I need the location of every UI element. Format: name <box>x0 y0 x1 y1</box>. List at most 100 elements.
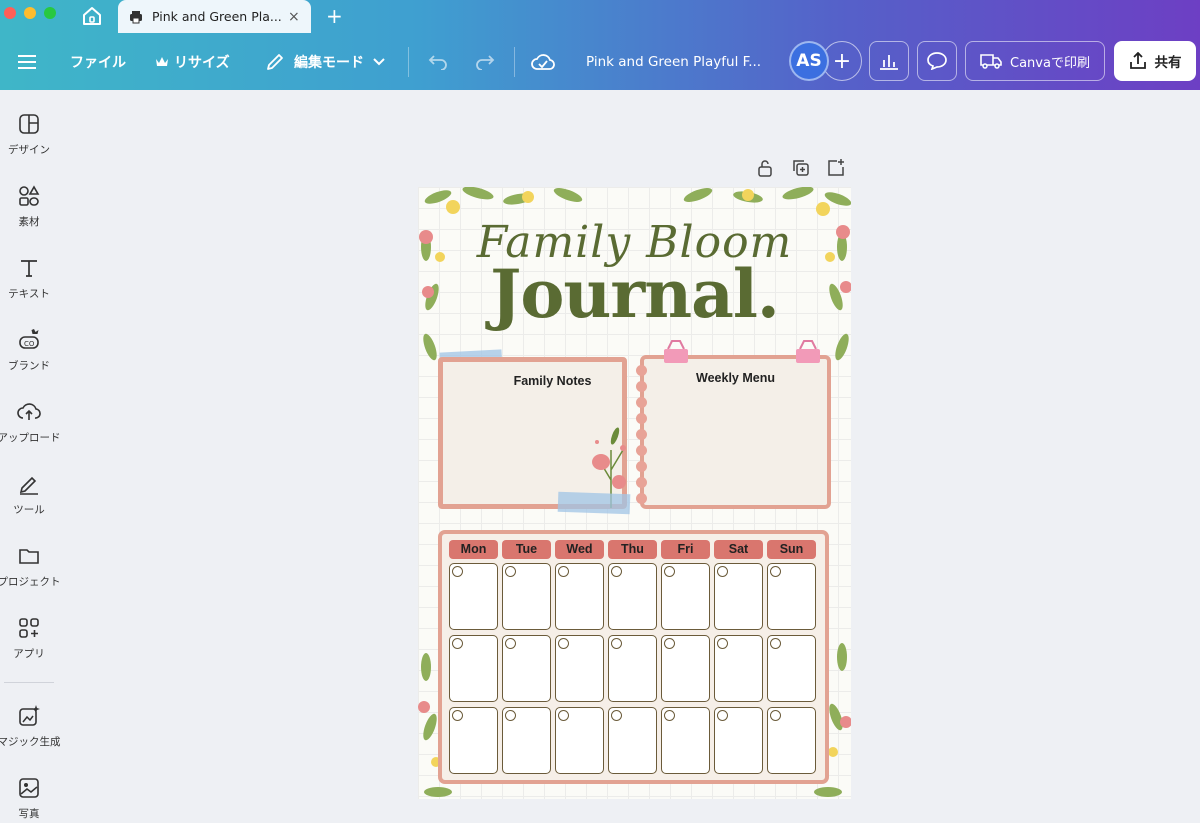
calendar-day-cell[interactable] <box>449 563 498 630</box>
canva-print-button[interactable]: Canvaで印刷 <box>965 41 1105 81</box>
sidebar-item-apps[interactable]: アプリ <box>0 616 58 661</box>
magic-icon <box>19 705 40 726</box>
sidebar-item-upload[interactable]: アップロード <box>0 400 61 445</box>
svg-text:CO: CO <box>24 340 35 348</box>
cloud-saved-icon[interactable] <box>531 33 555 90</box>
text-icon <box>21 260 37 277</box>
day-header-thu: Thu <box>608 540 657 559</box>
day-header-tue: Tue <box>502 540 551 559</box>
tab-close-icon[interactable]: × <box>288 9 300 25</box>
binder-clip-icon <box>664 340 688 363</box>
day-header-wed: Wed <box>555 540 604 559</box>
sidebar-item-text[interactable]: テキスト <box>0 256 58 301</box>
minimize-window-button[interactable] <box>24 7 36 19</box>
calendar-day-cell[interactable] <box>555 563 604 630</box>
weekly-menu-title: Weekly Menu <box>696 371 775 385</box>
brand-icon: CO <box>19 329 39 349</box>
resize-button[interactable]: リサイズ <box>155 33 230 90</box>
weekly-calendar[interactable]: Mon Tue Wed Thu Fri Sat Sun <box>438 530 829 784</box>
undo-icon[interactable] <box>428 33 448 90</box>
upload-share-icon <box>1129 52 1146 69</box>
calendar-day-cell[interactable] <box>608 707 657 774</box>
sidebar-item-brand[interactable]: CO ブランド <box>0 328 58 373</box>
crown-icon <box>156 56 168 66</box>
sidebar-item-tools[interactable]: ツール <box>0 472 58 517</box>
browser-titlebar: Pink and Green Pla... × + <box>0 0 1200 33</box>
day-header-sat: Sat <box>714 540 763 559</box>
calendar-day-cell[interactable] <box>714 707 763 774</box>
lock-icon[interactable] <box>755 158 775 178</box>
menu-icon[interactable] <box>18 33 36 90</box>
sidebar-item-magic[interactable]: マジック生成 <box>0 704 61 749</box>
file-menu-button[interactable]: ファイル <box>70 33 126 90</box>
binder-hole <box>636 477 647 488</box>
editor-toolbar: ファイル リサイズ 編集モード Pink and Green Playful F… <box>0 33 1200 90</box>
add-page-icon[interactable] <box>826 158 846 178</box>
duplicate-page-icon[interactable] <box>791 158 811 178</box>
calendar-day-cell[interactable] <box>502 635 551 702</box>
calendar-day-cell[interactable] <box>714 635 763 702</box>
maximize-window-button[interactable] <box>44 7 56 19</box>
design-page[interactable]: Family Bloom Journal. Family Notes Weekl… <box>418 187 851 799</box>
edit-mode-label: 編集モード <box>294 54 364 71</box>
tab-title: Pink and Green Pla... <box>152 9 282 24</box>
insights-button[interactable] <box>869 41 909 81</box>
sidebar-item-projects[interactable]: プロジェクト <box>0 544 61 589</box>
chevron-down-icon <box>373 57 385 65</box>
calendar-day-cell[interactable] <box>608 563 657 630</box>
sidebar-item-design[interactable]: デザイン <box>0 112 58 157</box>
family-notes-card[interactable]: Family Notes <box>438 357 627 509</box>
calendar-day-cell[interactable] <box>555 707 604 774</box>
document-title[interactable]: Pink and Green Playful F... <box>586 33 776 90</box>
left-sidebar: デザイン 素材 テキスト CO ブランド アップロード ツール プロジェクト ア… <box>0 90 62 823</box>
close-window-button[interactable] <box>4 7 16 19</box>
day-header-mon: Mon <box>449 540 498 559</box>
calendar-day-cell[interactable] <box>661 707 710 774</box>
sidebar-item-elements[interactable]: 素材 <box>0 184 58 229</box>
binder-hole <box>636 365 647 376</box>
calendar-day-cell[interactable] <box>661 563 710 630</box>
pencil-icon <box>267 53 283 70</box>
calendar-day-cell[interactable] <box>502 707 551 774</box>
share-button[interactable]: 共有 <box>1114 41 1196 81</box>
family-notes-title: Family Notes <box>513 374 592 388</box>
edit-mode-dropdown[interactable]: 編集モード <box>265 33 385 90</box>
comment-button[interactable] <box>917 41 957 81</box>
tab-current-design[interactable]: Pink and Green Pla... × <box>118 0 311 33</box>
toolbar-divider <box>408 47 409 77</box>
calendar-day-cell[interactable] <box>661 635 710 702</box>
apps-icon <box>19 618 39 638</box>
binder-hole <box>636 461 647 472</box>
day-header-sun: Sun <box>767 540 816 559</box>
day-header-fri: Fri <box>661 540 710 559</box>
user-avatar[interactable]: AS <box>789 41 829 81</box>
sidebar-item-photos[interactable]: 写真 <box>0 776 58 821</box>
binder-hole <box>636 381 647 392</box>
weekly-menu-card[interactable]: Weekly Menu <box>636 355 831 509</box>
calendar-day-cell[interactable] <box>767 635 816 702</box>
print-label: Canvaで印刷 <box>1010 55 1090 71</box>
calendar-day-cell[interactable] <box>449 707 498 774</box>
truck-icon <box>980 54 1002 69</box>
binder-hole <box>636 397 647 408</box>
resize-label: リサイズ <box>174 54 230 71</box>
new-tab-button[interactable]: + <box>326 4 343 28</box>
calendar-day-cell[interactable] <box>608 635 657 702</box>
calendar-day-cell[interactable] <box>767 563 816 630</box>
print-icon <box>130 10 142 23</box>
bar-chart-icon <box>880 55 898 70</box>
calendar-day-cell[interactable] <box>449 635 498 702</box>
calendar-day-cell[interactable] <box>555 635 604 702</box>
comment-icon <box>927 52 947 70</box>
calendar-day-cell[interactable] <box>714 563 763 630</box>
calendar-day-cell[interactable] <box>767 707 816 774</box>
redo-icon[interactable] <box>475 33 495 90</box>
home-icon[interactable] <box>80 5 104 27</box>
calendar-day-cell[interactable] <box>502 563 551 630</box>
photo-icon <box>19 778 39 798</box>
share-label: 共有 <box>1154 55 1182 71</box>
journal-title[interactable]: Journal. <box>418 255 851 333</box>
toolbar-divider <box>514 47 515 77</box>
folder-icon <box>19 549 39 564</box>
sidebar-divider <box>4 682 54 683</box>
